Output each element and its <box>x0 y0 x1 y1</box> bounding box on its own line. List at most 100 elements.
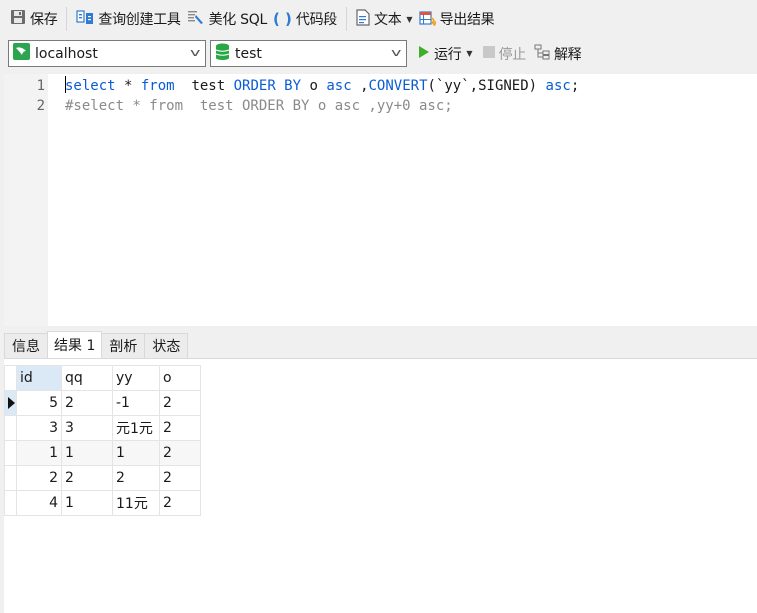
result-tab[interactable]: 信息 <box>4 333 48 358</box>
table-row[interactable]: 1112 <box>4 440 201 466</box>
save-button[interactable]: 保存 <box>7 6 60 32</box>
database-value: test <box>235 45 262 62</box>
chevron-down-icon[interactable]: v <box>191 46 201 59</box>
cell-yy[interactable]: -1 <box>112 390 160 416</box>
toolbar-divider <box>346 7 348 31</box>
sql-text: * <box>115 78 141 94</box>
cell-yy[interactable]: 元1元 <box>112 415 160 441</box>
sql-comment: #select * from test ORDER BY o asc ,yy+0… <box>65 98 453 114</box>
code-snippet-icon: ( ) <box>272 10 292 28</box>
stop-label: 停止 <box>498 46 527 63</box>
code-snippet-button[interactable]: ( ) 代码段 <box>270 6 340 32</box>
cell-qq[interactable]: 2 <box>61 390 113 416</box>
query-builder-label: 查询创建工具 <box>98 12 181 28</box>
explain-button[interactable]: 解释 <box>532 41 583 67</box>
run-button[interactable]: 运行 ▼ <box>416 41 475 67</box>
sql-text: test <box>174 78 234 94</box>
main-toolbar: 保存 查询创建工具 美化 SQL ( ) 代码段 文本 ▼ 导出结果 <box>0 0 757 38</box>
query-builder-icon <box>76 9 94 29</box>
cell-o[interactable]: 2 <box>159 490 201 516</box>
code-text: select * from test ORDER BY o asc ,CONVE… <box>65 76 579 96</box>
cell-o[interactable]: 2 <box>159 465 201 491</box>
cell-qq[interactable]: 1 <box>61 440 113 466</box>
code-snippet-label: 代码段 <box>295 12 338 28</box>
sql-editor[interactable]: 1 select * from test ORDER BY o asc ,CONV… <box>4 74 757 326</box>
code-line[interactable]: 1 select * from test ORDER BY o asc ,CONV… <box>4 76 757 96</box>
sql-text: (`yy`,SIGNED) <box>427 78 546 94</box>
row-indicator[interactable] <box>4 390 17 416</box>
database-icon <box>215 43 230 64</box>
code-text: #select * from test ORDER BY o asc ,yy+0… <box>65 96 453 116</box>
beautify-sql-label: 美化 SQL <box>208 12 268 28</box>
cell-o[interactable]: 2 <box>159 440 201 466</box>
dropdown-caret-icon[interactable]: ▼ <box>466 49 472 58</box>
line-number: 2 <box>36 98 45 114</box>
sql-keyword: ORDER BY <box>233 78 302 94</box>
mysql-connection-icon <box>13 43 30 64</box>
run-toolbar: 运行 ▼ 停止 解释 <box>416 40 583 67</box>
cell-id[interactable]: 2 <box>16 465 62 491</box>
cell-qq[interactable]: 2 <box>61 465 113 491</box>
beautify-icon <box>187 9 205 29</box>
cell-qq[interactable]: 3 <box>61 415 113 441</box>
chevron-down-icon[interactable]: v <box>392 46 402 59</box>
result-tab[interactable]: 剖析 <box>101 333 146 358</box>
row-indicator-header <box>4 365 17 391</box>
row-indicator[interactable] <box>4 465 17 491</box>
query-builder-button[interactable]: 查询创建工具 <box>73 6 183 32</box>
save-icon <box>10 9 26 29</box>
cell-yy[interactable]: 11元 <box>112 490 160 516</box>
text-document-icon <box>356 8 370 30</box>
beautify-sql-button[interactable]: 美化 SQL <box>184 6 270 32</box>
sql-keyword: from <box>140 78 175 94</box>
result-tab[interactable]: 状态 <box>144 333 189 358</box>
column-header-qq[interactable]: qq <box>61 365 113 391</box>
cell-id[interactable]: 1 <box>16 440 62 466</box>
export-results-label: 导出结果 <box>439 12 495 28</box>
cell-id[interactable]: 4 <box>16 490 62 516</box>
sql-keyword: asc <box>326 78 352 94</box>
row-indicator[interactable] <box>4 440 17 466</box>
connection-select[interactable]: localhost v <box>8 40 206 67</box>
table-row[interactable]: 3 3 元1元 2 <box>4 415 201 441</box>
text-mode-button[interactable]: 文本 ▼ <box>353 6 416 32</box>
stop-button[interactable]: 停止 <box>481 41 528 67</box>
row-indicator[interactable] <box>4 490 17 516</box>
row-indicator[interactable] <box>4 415 17 441</box>
text-mode-label: 文本 <box>374 12 402 28</box>
cell-qq[interactable]: 1 <box>61 490 113 516</box>
sql-keyword: asc <box>545 78 571 94</box>
explain-label: 解释 <box>553 46 582 63</box>
cell-id[interactable]: 3 <box>16 415 62 441</box>
sql-keyword: select <box>65 78 116 94</box>
table-row[interactable]: 2222 <box>4 465 201 491</box>
cell-id[interactable]: 5 <box>16 390 62 416</box>
result-tab[interactable]: 结果 1 <box>47 331 103 358</box>
column-header-o[interactable]: o <box>159 365 201 391</box>
table-row[interactable]: 4 1 11元 2 <box>4 490 201 516</box>
result-tabs: 信息 结果 1 剖析 状态 <box>4 331 189 358</box>
save-label: 保存 <box>30 12 58 28</box>
column-header-id[interactable]: id <box>16 365 62 391</box>
results-grid: id qq yy o 5 2 -1 2 3 3 元1元 2 1 1 1 2 2 2 2 2 4 1 11元 2 <box>4 365 201 516</box>
play-icon <box>418 45 430 63</box>
run-label: 运行 <box>434 46 462 63</box>
sql-text: o <box>301 78 327 94</box>
column-header-yy[interactable]: yy <box>112 365 160 391</box>
database-select[interactable]: test v <box>210 40 407 67</box>
explain-icon <box>534 44 550 64</box>
cell-o[interactable]: 2 <box>159 415 201 441</box>
cell-yy[interactable]: 1 <box>112 440 160 466</box>
cell-o[interactable]: 2 <box>159 390 201 416</box>
text-cursor <box>65 76 66 93</box>
table-row[interactable]: 5 2 -1 2 <box>4 390 201 416</box>
line-number: 1 <box>36 78 45 94</box>
stop-icon <box>482 45 495 62</box>
results-panel: id qq yy o 5 2 -1 2 3 3 元1元 2 1 1 1 2 2 2 2 2 4 1 11元 2 <box>4 358 757 613</box>
sql-keyword: CONVERT <box>368 78 428 94</box>
dropdown-caret-icon[interactable]: ▼ <box>406 15 412 24</box>
export-results-button[interactable]: 导出结果 <box>416 6 498 32</box>
code-line[interactable]: 2 #select * from test ORDER BY o asc ,yy+… <box>4 96 757 116</box>
export-results-icon <box>418 9 437 30</box>
cell-yy[interactable]: 2 <box>112 465 160 491</box>
